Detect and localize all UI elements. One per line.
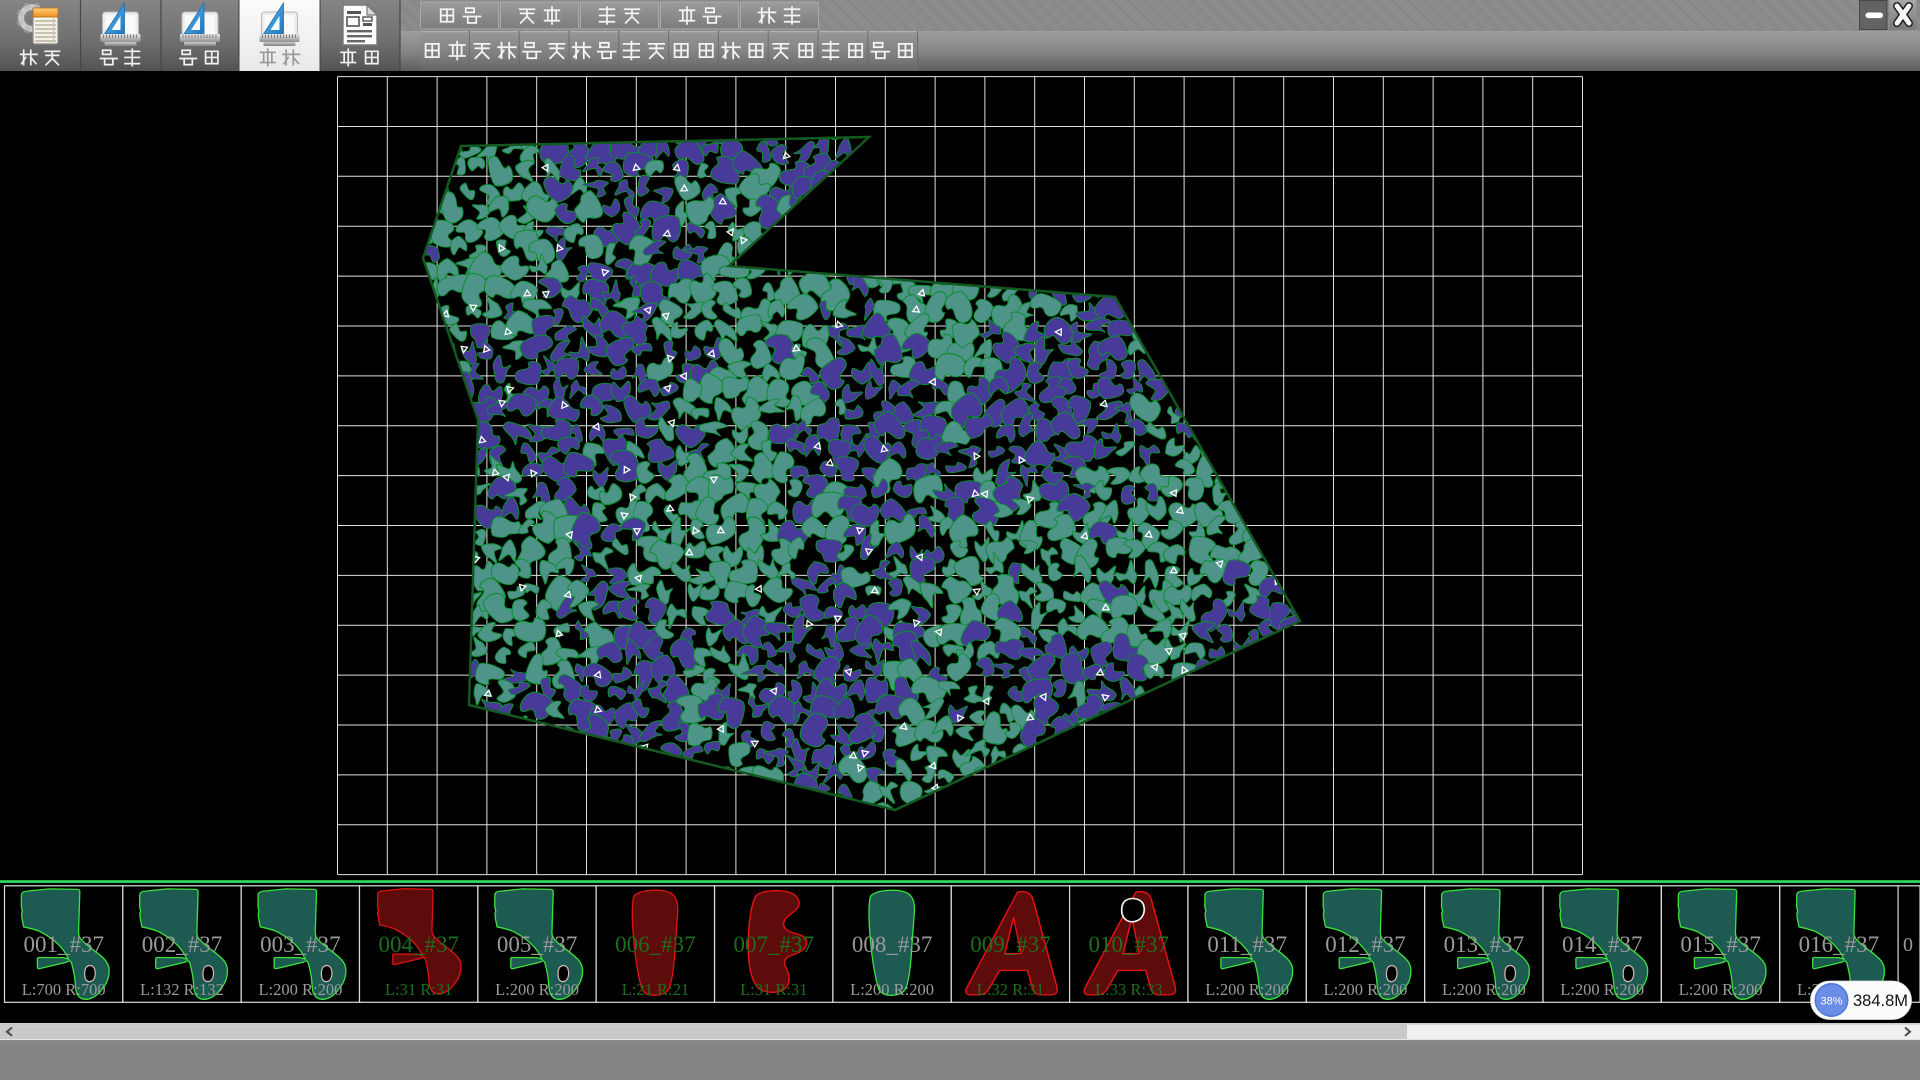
svg-text:011_#37: 011_#37 [1207, 932, 1287, 957]
svg-text:007_#37: 007_#37 [734, 932, 815, 957]
svg-text:L:700 R:700: L:700 R:700 [22, 980, 106, 999]
svg-text:013_#37: 013_#37 [1444, 932, 1525, 957]
svg-text:001_#37: 001_#37 [23, 932, 104, 957]
svg-text:L:31 R:31: L:31 R:31 [385, 980, 452, 999]
svg-text:006_#37: 006_#37 [615, 932, 696, 957]
svg-text:004_#37: 004_#37 [378, 932, 459, 957]
svg-text:016_#37: 016_#37 [1799, 932, 1880, 957]
svg-text:L:132 R:132: L:132 R:132 [140, 980, 224, 999]
svg-text:010_#37: 010_#37 [1089, 932, 1170, 957]
svg-text:L:200 R:200: L:200 R:200 [850, 980, 934, 999]
svg-text:L:200 R:200: L:200 R:200 [495, 980, 579, 999]
svg-text:012_#37: 012_#37 [1325, 932, 1406, 957]
svg-text:L:200 R:200: L:200 R:200 [1324, 980, 1408, 999]
svg-text:L:200 R:200: L:200 R:200 [1679, 980, 1763, 999]
svg-text:015_#37: 015_#37 [1680, 932, 1761, 957]
svg-text:0: 0 [1903, 934, 1913, 956]
svg-text:L:200 R:200: L:200 R:200 [1560, 980, 1644, 999]
svg-text:003_#37: 003_#37 [260, 932, 341, 957]
svg-text:L:33 R:33: L:33 R:33 [1095, 980, 1162, 999]
svg-text:002_#37: 002_#37 [142, 932, 223, 957]
svg-text:38%: 38% [1820, 996, 1842, 1008]
svg-text:L:200 R:200: L:200 R:200 [258, 980, 342, 999]
svg-text:384.8M: 384.8M [1853, 992, 1908, 1010]
svg-text:L:32 R:31: L:32 R:31 [977, 980, 1044, 999]
svg-text:L:200 R:200: L:200 R:200 [1205, 980, 1289, 999]
svg-text:005_#37: 005_#37 [497, 932, 578, 957]
svg-text:L:31 R:31: L:31 R:31 [740, 980, 807, 999]
svg-text:L:21 R:21: L:21 R:21 [622, 980, 689, 999]
svg-text:L:200 R:200: L:200 R:200 [1442, 980, 1526, 999]
svg-text:009_#37: 009_#37 [970, 932, 1051, 957]
svg-text:014_#37: 014_#37 [1562, 932, 1643, 957]
svg-text:008_#37: 008_#37 [852, 932, 933, 957]
